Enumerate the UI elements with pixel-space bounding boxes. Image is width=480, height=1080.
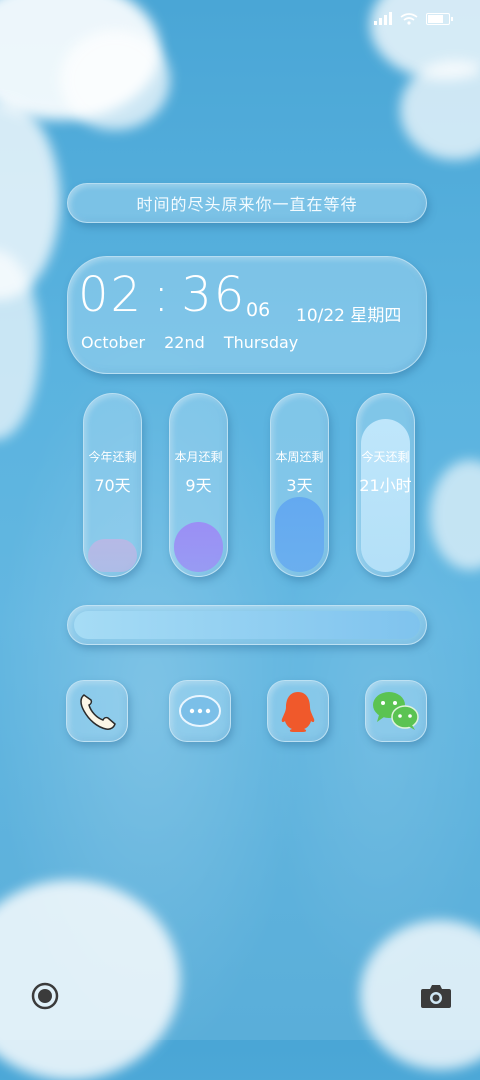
month-remaining-label: 本月还剩 bbox=[174, 450, 223, 464]
day-remaining-widget[interactable]: 今天还剩 21小时 bbox=[356, 393, 415, 577]
day-remaining-label: 今天还剩 bbox=[361, 450, 410, 464]
assistant-button[interactable] bbox=[30, 981, 60, 1011]
clock-date: 10/22 星期四 bbox=[296, 306, 402, 326]
month-remaining-fill bbox=[174, 522, 223, 572]
wifi-icon bbox=[400, 13, 418, 25]
week-remaining-value: 3天 bbox=[286, 476, 313, 495]
year-remaining-label: 今年还剩 bbox=[88, 450, 137, 464]
clock-time: 02:36 bbox=[78, 267, 246, 323]
quote-widget[interactable]: 时间的尽头原来你一直在等待 bbox=[67, 183, 427, 223]
clock-colon: : bbox=[153, 267, 172, 323]
clock-minutes: 36 bbox=[181, 267, 247, 323]
qq-app-button[interactable] bbox=[267, 680, 329, 742]
camera-button[interactable] bbox=[420, 983, 452, 1009]
messages-app-button[interactable] bbox=[169, 680, 231, 742]
week-remaining-fill bbox=[275, 497, 324, 572]
progress-fill bbox=[74, 611, 420, 639]
record-icon bbox=[31, 982, 59, 1010]
signal-icon bbox=[374, 12, 392, 25]
year-remaining-value: 70天 bbox=[94, 476, 131, 495]
wechat-app-button[interactable] bbox=[365, 680, 427, 742]
clock-hours: 02 bbox=[78, 267, 144, 323]
camera-icon bbox=[421, 985, 451, 1008]
phone-icon bbox=[80, 694, 116, 730]
clock-day: 22nd bbox=[164, 333, 205, 352]
messages-icon bbox=[179, 695, 221, 727]
day-remaining-value: 21小时 bbox=[359, 476, 412, 495]
progress-widget[interactable] bbox=[67, 605, 427, 645]
clock-weekday: Thursday bbox=[223, 333, 299, 352]
week-remaining-label: 本周还剩 bbox=[275, 450, 324, 464]
clock-seconds: 06 bbox=[246, 299, 271, 321]
month-remaining-value: 9天 bbox=[185, 476, 212, 495]
clock-widget[interactable]: 02:36 06 10/22 星期四 October 22nd Thursday bbox=[67, 256, 427, 374]
month-remaining-widget[interactable]: 本月还剩 9天 bbox=[169, 393, 228, 577]
clock-month: October bbox=[81, 333, 146, 352]
quote-text: 时间的尽头原来你一直在等待 bbox=[136, 195, 358, 214]
battery-icon bbox=[426, 13, 453, 25]
clock-english-date: October 22nd Thursday bbox=[81, 333, 298, 352]
year-remaining-fill bbox=[88, 539, 137, 572]
week-remaining-widget[interactable]: 本周还剩 3天 bbox=[270, 393, 329, 577]
qq-icon bbox=[281, 692, 315, 732]
status-bar bbox=[374, 12, 453, 25]
year-remaining-widget[interactable]: 今年还剩 70天 bbox=[83, 393, 142, 577]
phone-app-button[interactable] bbox=[66, 680, 128, 742]
wechat-icon bbox=[373, 692, 419, 730]
